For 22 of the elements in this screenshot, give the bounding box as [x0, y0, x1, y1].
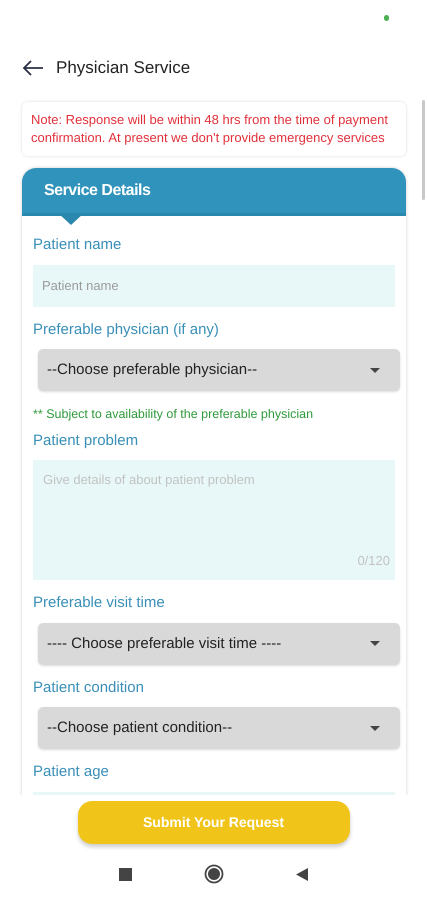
- field-label: Preferable visit time: [33, 593, 166, 614]
- section-title: Service Details: [44, 180, 150, 200]
- dropdown-caret-icon: [370, 368, 380, 372]
- dropdown-caret-icon: [370, 726, 380, 731]
- field-label: Patient condition: [33, 678, 145, 698]
- dropdown[interactable]: ---- Choose preferable visit time ----: [38, 622, 400, 665]
- back-arrow-icon: [22, 60, 44, 76]
- field-label: Patient name: [33, 235, 122, 255]
- status-icon: [384, 15, 389, 21]
- back-nav-button[interactable]: [296, 868, 308, 880]
- text-field[interactable]: Patient name: [33, 264, 395, 306]
- hint-text: ** Subject to availability of the preferable physician: [33, 406, 314, 423]
- field-label: Patient age: [33, 762, 110, 782]
- notice-text: Note: Response will be within 48 hrs from the time of payment confirmation. At present we don't provide emergency services: [22, 102, 406, 156]
- home-button[interactable]: [204, 864, 224, 884]
- field-label: Patient problem: [33, 430, 140, 451]
- dropdown[interactable]: --Choose patient condition--: [38, 707, 400, 750]
- dropdown[interactable]: --Choose preferable physician--: [38, 349, 400, 391]
- page-title: Physician Service: [56, 57, 190, 80]
- field-label: Preferable physician (if any): [33, 320, 220, 340]
- recents-button[interactable]: [119, 868, 132, 880]
- dropdown-caret-icon: [370, 641, 380, 646]
